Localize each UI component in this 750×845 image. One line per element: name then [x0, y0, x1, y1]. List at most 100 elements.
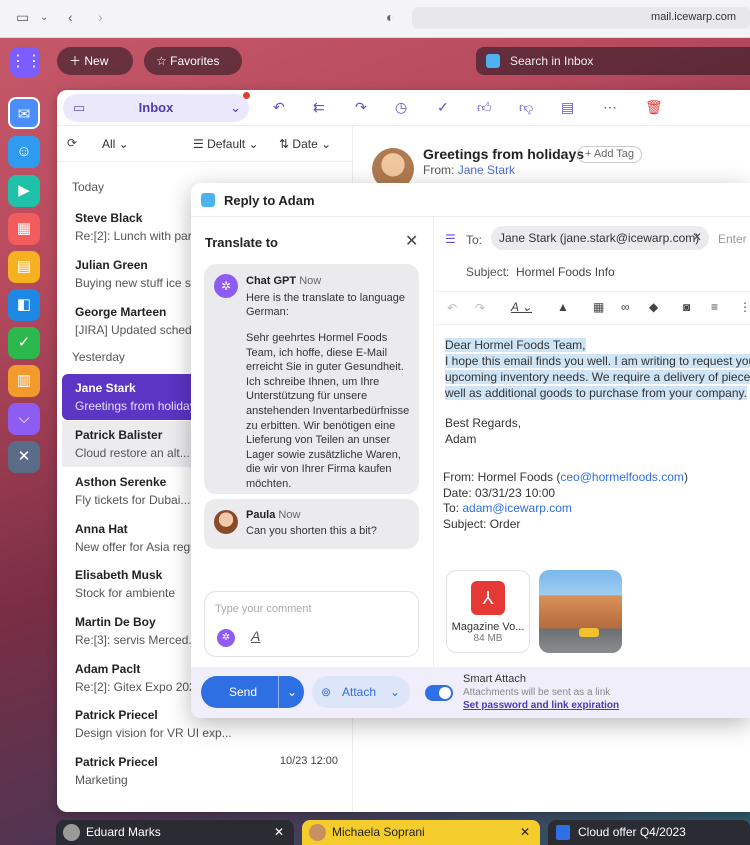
- more-icon[interactable]: ⋮: [739, 300, 750, 314]
- search-app-icon: [486, 54, 500, 68]
- regards-line: Best Regards,: [445, 416, 522, 430]
- taskbar-item[interactable]: Eduard Marks ✕: [56, 820, 294, 845]
- smart-attach-toggle[interactable]: [425, 685, 453, 701]
- chevron-down-icon[interactable]: ⌄: [40, 12, 48, 23]
- avatar: [63, 824, 80, 841]
- search-input[interactable]: Search in Inbox: [476, 47, 750, 75]
- pocket-app-icon[interactable]: ⌵: [8, 403, 40, 435]
- add-tag-button[interactable]: + Add Tag: [577, 146, 643, 163]
- smart-attach-desc: Attachments will be sent as a link: [463, 687, 611, 698]
- list-item[interactable]: Patrick Priecel Marketing 10/23 12:00: [62, 748, 352, 794]
- print-icon[interactable]: ▤: [561, 99, 574, 116]
- meetings-app-icon[interactable]: ▶: [8, 175, 40, 207]
- tools-app-icon[interactable]: ✕: [8, 441, 40, 473]
- new-button[interactable]: ＋ New ⌄: [57, 47, 133, 96]
- view-label: Default: [207, 137, 246, 151]
- smart-attach-title: Smart Attach: [463, 673, 526, 685]
- reply-dialog: Reply to Adam Translate to ✕ ✲ Chat GPT …: [191, 183, 750, 718]
- check-circle-icon[interactable]: ✓: [437, 99, 449, 116]
- redo-icon[interactable]: ↷: [475, 301, 485, 315]
- documents-app-icon[interactable]: ▥: [8, 365, 40, 397]
- filter-dropdown[interactable]: All ⌄: [102, 137, 129, 151]
- paperclip-icon: ⊚: [321, 685, 332, 699]
- quoted-to-email[interactable]: adam@icewarp.com: [462, 501, 572, 515]
- close-icon[interactable]: ✕: [692, 230, 702, 244]
- mail-date: 10/23 12:00: [279, 755, 338, 767]
- send-label: Send: [229, 685, 258, 699]
- taxi-shape: [579, 628, 599, 637]
- close-icon[interactable]: ✕: [520, 820, 530, 845]
- ai-assist-icon[interactable]: ✲: [217, 629, 235, 647]
- close-icon[interactable]: ✕: [274, 820, 284, 845]
- reply-icon[interactable]: ↶: [273, 99, 285, 116]
- attachment-size: 84 MB: [473, 633, 503, 644]
- sort-label: Date: [292, 137, 318, 151]
- from-name[interactable]: Jane Stark: [458, 163, 515, 177]
- image-icon[interactable]: ▲: [557, 300, 569, 314]
- smart-attach-link[interactable]: Set password and link expiration: [463, 700, 619, 711]
- calendar-app-icon[interactable]: ▦: [8, 213, 40, 245]
- from-label: From:: [423, 163, 455, 177]
- thumbs-up-icon[interactable]: 👍︎: [477, 99, 492, 116]
- message-body[interactable]: Dear Hormel Foods Team, I hope this emai…: [445, 337, 750, 447]
- more-icon[interactable]: ⋯: [603, 99, 617, 116]
- folder-label: Inbox: [138, 100, 174, 115]
- quoted-from: From: Hormel Foods (ceo@hormelfoods.com): [443, 470, 688, 486]
- address-bar[interactable]: mail.icewarp.com: [412, 7, 750, 29]
- chatgpt-icon: ✲: [214, 274, 238, 298]
- mail-app-icon[interactable]: ✉: [8, 97, 40, 129]
- subject-field[interactable]: Hormel Foods Info: [516, 265, 615, 279]
- text-format-icon[interactable]: A ⌄: [511, 300, 532, 314]
- contacts-app-icon[interactable]: ☺: [8, 136, 40, 168]
- recipient-text: Jane Stark (jane.stark@icewarp.com): [499, 231, 700, 245]
- forward-icon[interactable]: ↷: [355, 99, 367, 116]
- refresh-icon[interactable]: ⟳: [67, 136, 77, 150]
- taskbar-item[interactable]: Cloud offer Q4/2023: [548, 820, 750, 845]
- attach-button[interactable]: ⊚ Attach ⌄: [312, 676, 410, 708]
- undo-icon[interactable]: ↶: [447, 301, 457, 315]
- forward-icon[interactable]: ›: [98, 9, 103, 25]
- ai-name-text: Chat GPT: [246, 275, 297, 287]
- link-icon[interactable]: ∞: [621, 300, 630, 314]
- document-icon: [556, 825, 570, 840]
- notes-app-icon[interactable]: ▤: [8, 251, 40, 283]
- view-dropdown[interactable]: ☰ Default ⌄: [193, 137, 259, 151]
- new-label: New: [84, 54, 109, 68]
- star-icon: ☆: [156, 54, 167, 68]
- dropbox-icon[interactable]: ◆: [649, 300, 658, 314]
- photo-attachment[interactable]: [539, 570, 622, 653]
- list-header: ⟳ All ⌄ ☰ Default ⌄ ⇅ Date ⌄: [57, 126, 352, 162]
- to-input[interactable]: Enter: [718, 232, 747, 246]
- body-line: Dear Hormel Foods Team,: [445, 338, 586, 352]
- files-app-icon[interactable]: ◧: [8, 289, 40, 321]
- thumbs-down-icon[interactable]: 👎︎: [519, 99, 533, 116]
- browser-toolbar: ▭ ⌄ ‹ › ◐ mail.icewarp.com: [0, 0, 750, 38]
- text-format-icon[interactable]: A: [251, 628, 260, 644]
- chevron-down-icon[interactable]: ⌄: [287, 676, 297, 708]
- table-icon[interactable]: ▦: [593, 300, 604, 314]
- clock-icon[interactable]: ◷: [395, 99, 407, 116]
- quoted-from-email[interactable]: ceo@hormelfoods.com: [560, 470, 684, 484]
- attachment-file[interactable]: ⅄ Magazine Vo... 84 MB: [446, 570, 530, 653]
- sort-dropdown[interactable]: ⇅ Date ⌄: [279, 137, 331, 151]
- inbox-icon: ▭: [73, 100, 86, 115]
- settings-sliders-icon[interactable]: ≡: [711, 300, 718, 314]
- trash-icon[interactable]: 🗑︎: [645, 99, 663, 116]
- compose-panel: ☰ To: Jane Stark (jane.stark@icewarp.com…: [435, 217, 750, 667]
- mail-subject: Marketing: [75, 773, 128, 787]
- subject-label: Subject:: [466, 265, 510, 279]
- reply-all-icon[interactable]: ⇇: [313, 99, 325, 116]
- tasks-app-icon[interactable]: ✓: [8, 327, 40, 359]
- close-icon[interactable]: ✕: [405, 231, 418, 251]
- apps-grid-icon[interactable]: ⋮⋮: [10, 47, 42, 77]
- comment-input[interactable]: Type your comment ✲ A: [204, 591, 419, 657]
- sidebar-toggle-icon[interactable]: ▭: [16, 9, 29, 26]
- recipient-chip[interactable]: Jane Stark (jane.stark@icewarp.com) ✕: [491, 226, 709, 250]
- taskbar-item[interactable]: Michaela Soprani ✕: [302, 820, 540, 845]
- folder-selector[interactable]: ▭ Inbox ⌄: [63, 94, 249, 122]
- camera-icon[interactable]: ◙: [683, 300, 690, 314]
- favorites-button[interactable]: ☆ Favorites ⌄: [144, 47, 242, 96]
- back-icon[interactable]: ‹: [68, 9, 73, 25]
- chevron-down-icon[interactable]: ⌄: [390, 676, 400, 708]
- send-button[interactable]: Send ⌄: [201, 676, 304, 708]
